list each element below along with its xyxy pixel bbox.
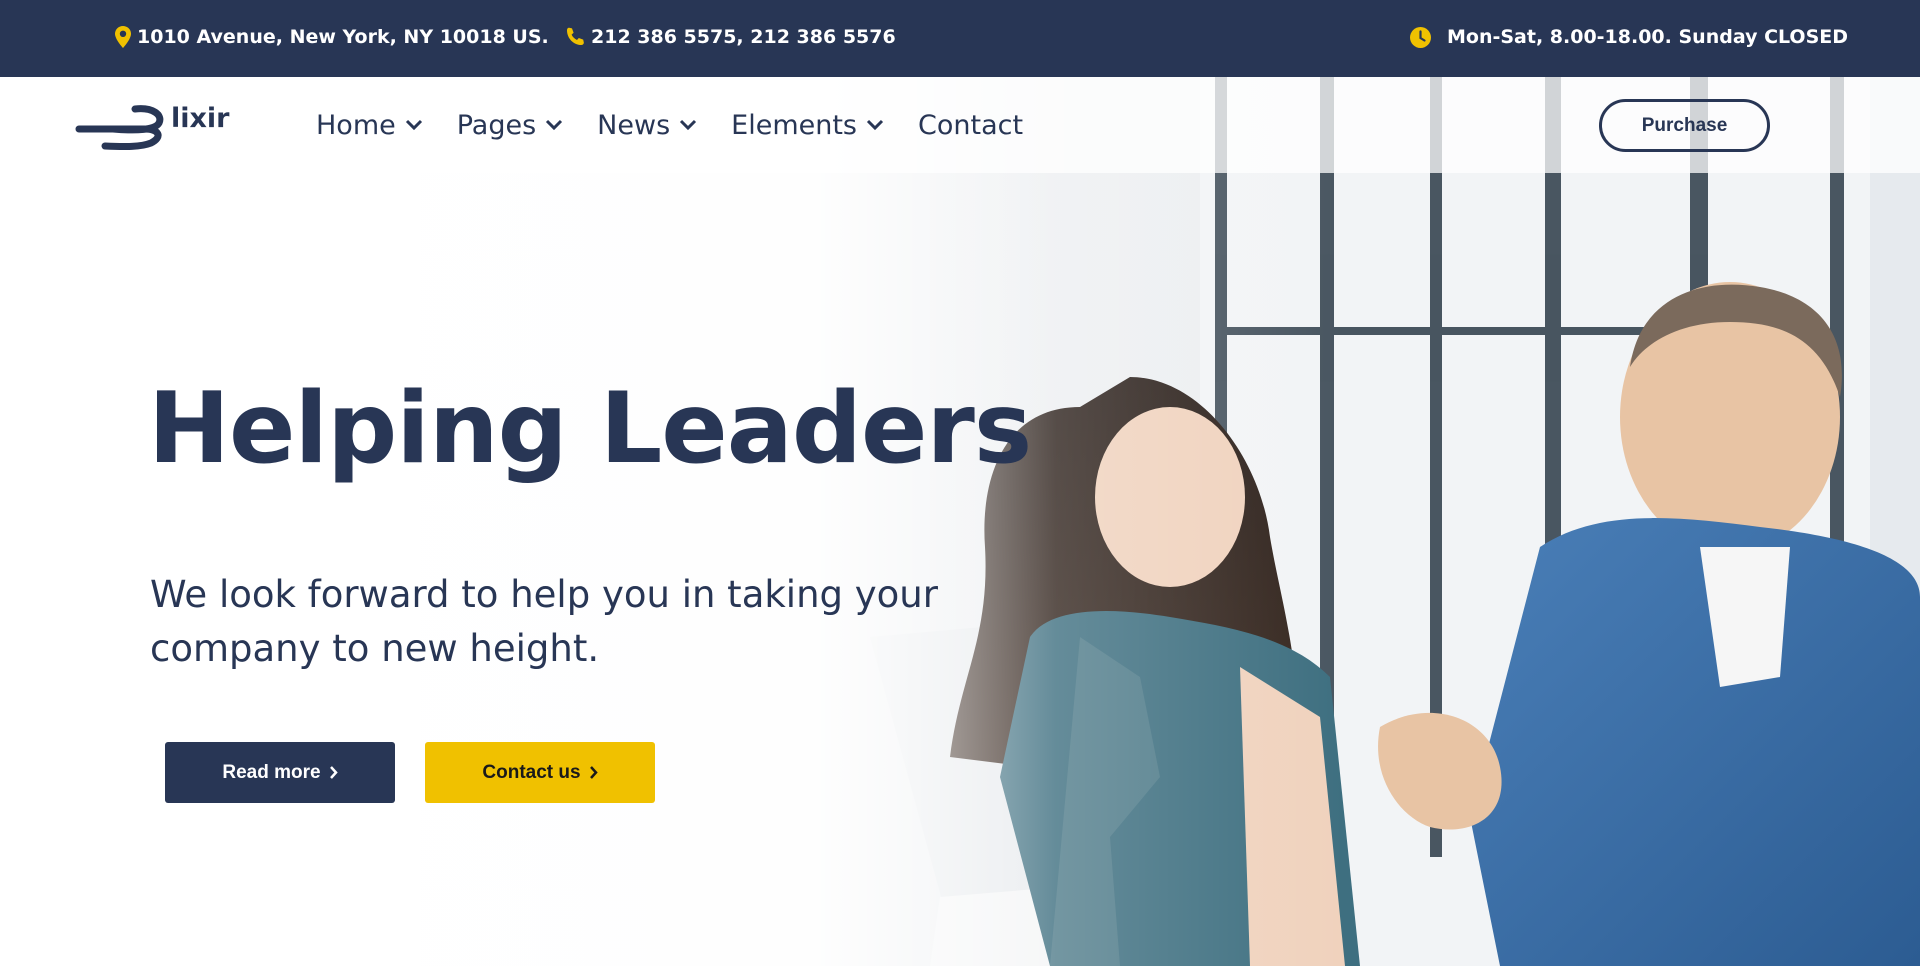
site-logo[interactable]: lixir [75,99,250,151]
logo-text: lixir [171,103,230,134]
chevron-down-icon [679,119,697,131]
nav-item-home[interactable]: Home [316,110,423,141]
clock-icon [1410,26,1431,48]
read-more-button[interactable]: Read more [165,742,395,803]
nav-label: Pages [456,109,537,141]
nav-label: News [597,109,671,141]
nav-item-news[interactable]: News [597,110,697,141]
opening-hours: Mon-Sat, 8.00-18.00. Sunday CLOSED [1410,26,1848,48]
phone-info: 212 386 5575, 212 386 5576 [565,26,896,48]
nav-label: Home [316,109,396,141]
nav-label: Contact [918,109,1024,141]
chevron-right-icon [589,765,598,780]
logo-mark-icon: lixir [75,103,230,151]
read-more-label: Read more [222,761,321,783]
top-info-bar: 1010 Avenue, New York, NY 10018 US. 212 … [0,0,1920,77]
phone-icon [565,27,585,47]
chevron-right-icon [329,765,338,780]
contact-us-button[interactable]: Contact us [425,742,655,803]
phone-text: 212 386 5575, 212 386 5576 [591,26,896,48]
chevron-down-icon [866,119,884,131]
nav-item-contact[interactable]: Contact [918,110,1023,141]
nav-item-pages[interactable]: Pages [457,110,563,141]
map-pin-icon [115,26,131,48]
chevron-down-icon [545,119,563,131]
main-nav: Home Pages News Elements Contact [316,77,1057,173]
chevron-down-icon [405,119,423,131]
hours-text: Mon-Sat, 8.00-18.00. Sunday CLOSED [1447,26,1849,48]
nav-label: Elements [731,109,857,141]
address-info: 1010 Avenue, New York, NY 10018 US. [115,26,549,48]
hero-subtitle: We look forward to help you in taking yo… [150,573,938,670]
address-text: 1010 Avenue, New York, NY 10018 US. [137,26,549,48]
main-header: lixir Home Pages News Elements Contact P… [0,77,1920,173]
contact-us-label: Contact us [482,761,581,783]
hero-background-image [0,77,1920,966]
purchase-button[interactable]: Purchase [1599,99,1770,152]
hero-title: Helping Leaders [148,372,1032,486]
hero-section [0,77,1920,966]
nav-item-elements[interactable]: Elements [731,110,884,141]
